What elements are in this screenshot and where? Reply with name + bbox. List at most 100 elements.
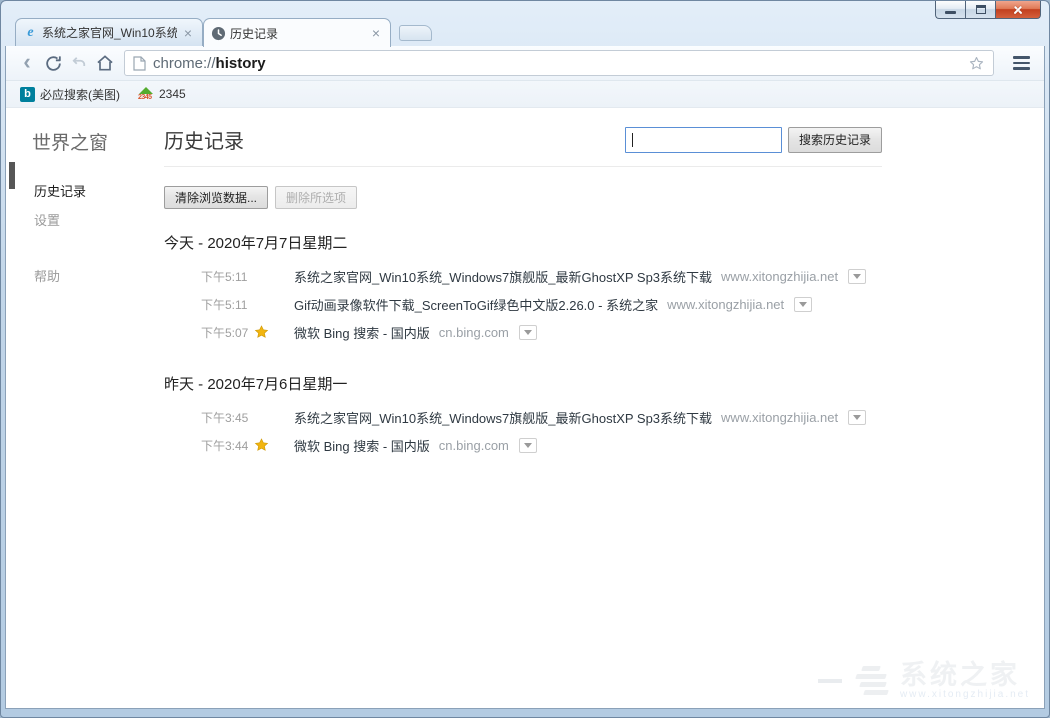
back-icon: ‹ [23,52,30,72]
xitongzhijia-watermark: 系统之家 www.xitongzhijia.net [818,661,1030,700]
search-history-button[interactable]: 搜索历史记录 [788,127,882,153]
browser-client-area: ‹ chrome://history [5,46,1045,709]
tab-title: 历史记录 [230,25,365,42]
2345-site-icon: 2345 [138,87,154,102]
back-button[interactable]: ‹ [14,50,40,76]
menu-button[interactable] [1006,51,1036,75]
favicon-slot [253,296,273,312]
entry-time: 下午5:11 [201,296,253,313]
entry-time: 下午3:44 [201,437,253,454]
history-actions: 清除浏览数据... 删除所选项 [164,186,882,209]
history-entry: 下午3:44 微软 Bing 搜索 - 国内版 cn.bing.com [164,431,882,459]
entry-title-link[interactable]: 系统之家官网_Win10系统_Windows7旗舰版_最新GhostXP Sp3… [294,408,712,427]
sidebar-item-help[interactable]: 帮助 [6,262,164,291]
reload-icon [44,54,63,73]
tab-close-icon[interactable]: × [181,27,195,39]
group-heading: 昨天 - 2020年7月6日星期一 [164,373,882,394]
history-main: 历史记录 搜索历史记录 清除浏览数据... 删除所选项 今天 - 2020年7月… [164,108,882,708]
history-group-yesterday: 昨天 - 2020年7月6日星期一 下午3:45 系统之家官网_Win10系统_… [164,373,882,459]
address-bar[interactable]: chrome://history [124,50,994,76]
url-text: chrome://history [153,55,968,72]
bookmark-label: 必应搜索(美图) [40,86,120,103]
close-button[interactable] [995,1,1041,19]
sidebar-item-settings[interactable]: 设置 [6,206,164,235]
sidebar-menu: 历史记录 设置 帮助 [6,177,164,291]
entry-actions-dropdown[interactable] [519,325,537,340]
entry-time: 下午3:45 [201,409,253,426]
navigation-toolbar: ‹ chrome://history [6,46,1044,81]
url-scheme: chrome:// [153,55,216,72]
entry-title-link[interactable]: 系统之家官网_Win10系统_Windows7旗舰版_最新GhostXP Sp3… [294,267,712,286]
reload-button[interactable] [40,50,66,76]
browser-window: e 系统之家官网_Win10系统 × 历史记录 × ‹ [0,0,1050,718]
history-header: 历史记录 搜索历史记录 [164,125,882,167]
history-group-today: 今天 - 2020年7月7日星期二 下午5:11 系统之家官网_Win10系统_… [164,232,882,346]
entry-title-link[interactable]: 微软 Bing 搜索 - 国内版 [294,436,430,455]
entry-actions-dropdown[interactable] [848,269,866,284]
tab-close-icon[interactable]: × [369,27,383,39]
bookmarks-bar: b 必应搜索(美图) 2345 2345 [6,81,1044,108]
page-title: 历史记录 [164,125,244,154]
bookmark-star-icon[interactable] [968,55,985,72]
minimize-icon [945,11,956,14]
sidebar-item-history[interactable]: 历史记录 [6,177,164,206]
tab-strip: e 系统之家官网_Win10系统 × 历史记录 × [5,17,432,46]
remove-selected-button[interactable]: 删除所选项 [275,186,357,209]
watermark-dash [818,679,842,683]
new-tab-button[interactable] [399,25,432,41]
home-button[interactable] [92,50,118,76]
titlebar: e 系统之家官网_Win10系统 × 历史记录 × [5,1,1045,46]
maximize-icon [976,5,986,14]
history-sidebar: 世界之窗 历史记录 设置 帮助 [6,108,164,708]
history-entry: 下午5:11 Gif动画录像软件下载_ScreenToGif绿色中文版2.26.… [164,290,882,318]
tab-history[interactable]: 历史记录 × [203,18,391,47]
home-icon [95,53,115,73]
bookmark-star-icon [253,437,273,453]
entries: 下午5:11 系统之家官网_Win10系统_Windows7旗舰版_最新Ghos… [164,262,882,346]
watermark-text: 系统之家 [900,661,1020,689]
entry-title-link[interactable]: 微软 Bing 搜索 - 国内版 [294,323,430,342]
entry-time: 下午5:11 [201,268,253,285]
chevron-down-icon [799,302,807,307]
entry-domain: cn.bing.com [439,325,509,340]
history-entry: 下午5:11 系统之家官网_Win10系统_Windows7旗舰版_最新Ghos… [164,262,882,290]
clock-icon [211,26,226,41]
text-caret [632,133,633,147]
page-icon [133,56,146,71]
clear-browsing-data-button[interactable]: 清除浏览数据... [164,186,268,209]
site-favicon-icon: e [23,25,38,40]
close-icon [1012,4,1024,16]
entry-domain: www.xitongzhijia.net [721,410,838,425]
chevron-down-icon [853,415,861,420]
entry-actions-dropdown[interactable] [848,410,866,425]
entry-domain: www.xitongzhijia.net [667,297,784,312]
entry-actions-dropdown[interactable] [794,297,812,312]
entries: 下午3:45 系统之家官网_Win10系统_Windows7旗舰版_最新Ghos… [164,403,882,459]
tab-xitongzhijia[interactable]: e 系统之家官网_Win10系统 × [15,18,203,46]
chevron-down-icon [524,443,532,448]
bing-icon: b [20,87,35,102]
chevron-down-icon [524,330,532,335]
undo-button[interactable] [66,50,92,76]
bookmark-label: 2345 [159,87,186,101]
minimize-button[interactable] [935,1,965,19]
maximize-button[interactable] [965,1,995,19]
bookmark-2345[interactable]: 2345 2345 [138,87,186,102]
bookmark-bing[interactable]: b 必应搜索(美图) [20,86,120,103]
history-entry: 下午3:45 系统之家官网_Win10系统_Windows7旗舰版_最新Ghos… [164,403,882,431]
group-heading: 今天 - 2020年7月7日星期二 [164,232,882,253]
search-wrap [625,127,782,153]
bookmark-star-icon [253,324,273,340]
undo-icon [70,54,88,72]
favicon-slot [253,409,273,425]
browser-brand-label: 世界之窗 [32,128,164,155]
tab-title: 系统之家官网_Win10系统 [42,24,177,41]
menu-icon [1013,56,1030,59]
entry-actions-dropdown[interactable] [519,438,537,453]
entry-title-link[interactable]: Gif动画录像软件下载_ScreenToGif绿色中文版2.26.0 - 系统之… [294,295,658,314]
history-page: 世界之窗 历史记录 设置 帮助 历史记录 搜索历史记录 清除浏 [6,108,1044,708]
house-logo-icon [850,663,894,699]
entry-domain: www.xitongzhijia.net [721,269,838,284]
history-search-input[interactable] [625,127,782,153]
entry-domain: cn.bing.com [439,438,509,453]
